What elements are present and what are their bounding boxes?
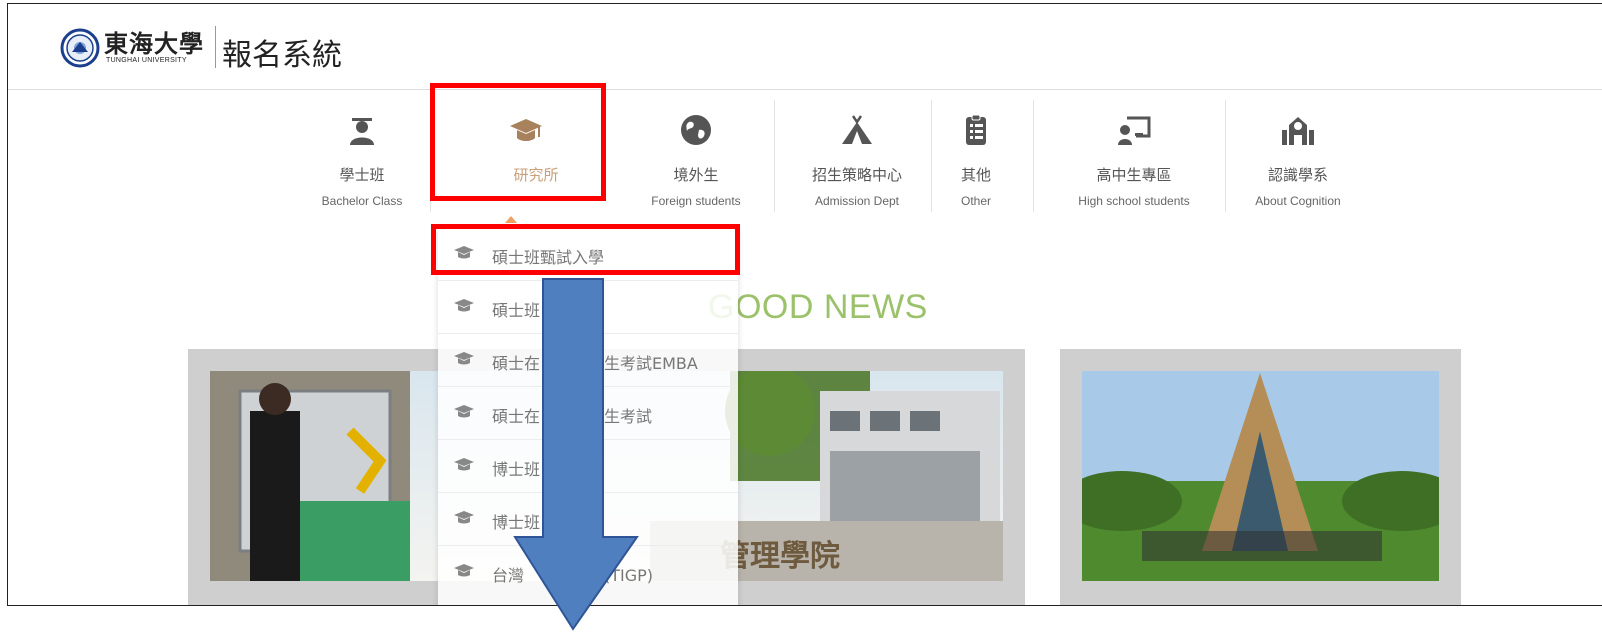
school-building-icon (1282, 117, 1314, 145)
news-card-side[interactable] (1060, 349, 1461, 605)
clipboard-list-icon (966, 114, 986, 145)
nav-item-other[interactable]: 其他 Other (938, 90, 1014, 215)
nav-label-en: Admission Dept (814, 194, 900, 208)
news-photo-chapel[interactable] (1082, 371, 1439, 581)
site-header: 東海大學 TUNGHAI UNIVERSITY 報名系統 (8, 4, 1602, 90)
nav-item-highschool[interactable]: 高中生專區 High school students (1044, 90, 1224, 215)
highlight-box-master-recommend (431, 224, 740, 275)
nav-label-en: Foreign students (651, 194, 741, 208)
nav-label-en: Other (960, 194, 991, 208)
graduation-cap-icon (454, 564, 474, 577)
nav-label-zh: 其他 (960, 166, 991, 184)
graduation-cap-icon (454, 458, 474, 471)
nav-divider (774, 100, 775, 212)
nav-item-bachelor[interactable]: 學士班 Bachelor Class (302, 90, 422, 215)
globe-icon (681, 115, 711, 145)
nav-label-en: High school students (1078, 194, 1190, 208)
photo-caption: 管理學院 (720, 539, 840, 574)
nav-label-zh: 認識學系 (1267, 166, 1328, 184)
tent-icon (842, 115, 872, 144)
graduate-student-icon (350, 118, 374, 145)
university-english-name: TUNGHAI UNIVERSITY (106, 57, 187, 64)
graduation-cap-icon (454, 511, 474, 524)
chapel-photo (1082, 371, 1439, 581)
graduation-cap-icon (454, 299, 474, 312)
down-arrow-annotation (513, 278, 639, 631)
system-title: 報名系統 (222, 38, 342, 73)
nav-label-zh: 高中生專區 (1096, 166, 1172, 184)
university-seal-icon[interactable] (60, 28, 100, 68)
university-name[interactable]: 東海大學 (104, 24, 204, 59)
nav-label-en: About Cognition (1255, 194, 1341, 208)
nav-label-zh: 招生策略中心 (811, 166, 902, 184)
presentation-teacher-icon (1118, 116, 1151, 145)
good-news-heading: GOOD NEWS (708, 288, 928, 326)
highlight-box-graduate-nav (430, 83, 606, 201)
nav-divider (931, 100, 932, 212)
nav-label-en: Bachelor Class (321, 194, 403, 208)
graduation-cap-icon (454, 405, 474, 418)
nav-item-about[interactable]: 認識學系 About Cognition (1238, 90, 1358, 215)
browser-viewport: 東海大學 TUNGHAI UNIVERSITY 報名系統 學士班 Bachelo… (7, 3, 1602, 606)
dropdown-caret (505, 216, 517, 223)
nav-label-zh: 學士班 (339, 166, 385, 184)
nav-item-admission[interactable]: 招生策略中心 Admission Dept (784, 90, 930, 215)
header-divider (215, 26, 216, 68)
main-nav: 學士班 Bachelor Class 研究所 境外生 Foreign stude… (8, 90, 1602, 220)
graduation-cap-icon (454, 352, 474, 365)
nav-divider (1225, 100, 1226, 212)
nav-item-foreign[interactable]: 境外生 Foreign students (628, 90, 764, 215)
nav-label-zh: 境外生 (673, 166, 719, 184)
nav-divider (1033, 100, 1034, 212)
